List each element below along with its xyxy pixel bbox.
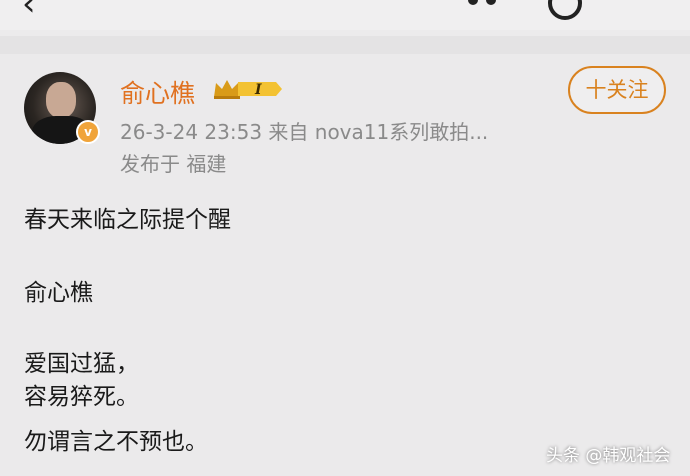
avatar-face (46, 82, 76, 118)
level-badge-text: I (254, 82, 262, 98)
post-text-line: 俞心樵 (24, 280, 93, 306)
follow-button[interactable]: 十关注 (568, 66, 666, 114)
post-text-line: 勿谓言之不预也。 (24, 429, 208, 455)
post-text-line: 容易猝死。 (24, 384, 139, 410)
weibo-post: v 俞心樵 I 26-3-24 23:53 来自 nova11系列敢拍... 发… (0, 54, 690, 476)
section-divider (0, 36, 690, 54)
post-text-line: 爱国过猛， (24, 351, 139, 377)
post-location: 发布于 福建 (120, 152, 227, 176)
top-navigation-bar: ‹ (0, 0, 690, 30)
post-meta: 26-3-24 23:53 来自 nova11系列敢拍... (120, 120, 489, 144)
search-icon[interactable] (548, 0, 582, 20)
verified-badge-icon: v (76, 120, 100, 144)
more-icon[interactable] (468, 0, 504, 9)
watermark: 头条 @韩观社会 (546, 446, 671, 466)
author-name[interactable]: 俞心樵 (120, 74, 195, 110)
post-text-line: 春天来临之际提个醒 (24, 207, 231, 233)
back-arrow-icon[interactable]: ‹ (22, 0, 36, 24)
member-crown-badge-icon: I (214, 80, 282, 99)
